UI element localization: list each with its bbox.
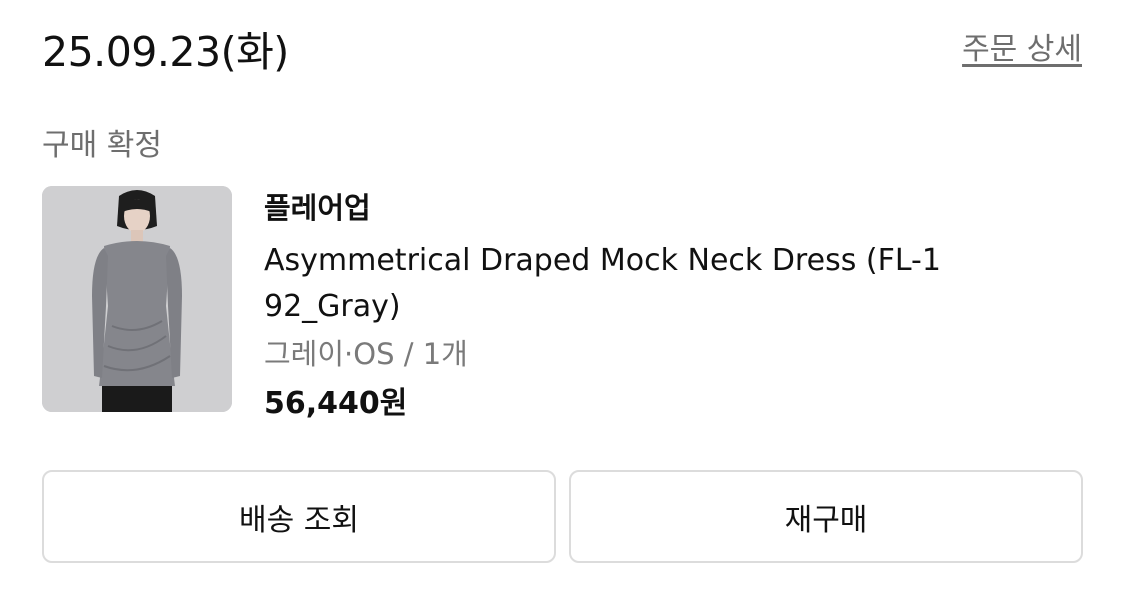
product-price: 56,440원 [264,386,408,421]
product-photo-icon [42,186,232,412]
order-status: 구매 확정 [42,128,162,163]
rebuy-label: 재구매 [784,502,868,538]
product-image[interactable] [42,186,232,412]
product-option: 그레이·OS / 1개 [264,337,468,371]
order-card: 25.09.23(화) 주문 상세 구매 확정 플레어업 Asymmetrica… [0,0,1125,597]
product-name[interactable]: Asymmetrical Draped Mock Neck Dress (FL-… [264,238,954,330]
rebuy-button[interactable]: 재구매 [569,470,1083,563]
order-detail-link[interactable]: 주문 상세 [962,24,1082,68]
brand-name[interactable]: 플레어업 [264,186,964,230]
track-delivery-label: 배송 조회 [239,502,359,538]
product-info: 플레어업 Asymmetrical Draped Mock Neck Dress… [264,186,964,426]
track-delivery-button[interactable]: 배송 조회 [42,470,556,563]
order-date: 25.09.23(화) [42,28,289,76]
